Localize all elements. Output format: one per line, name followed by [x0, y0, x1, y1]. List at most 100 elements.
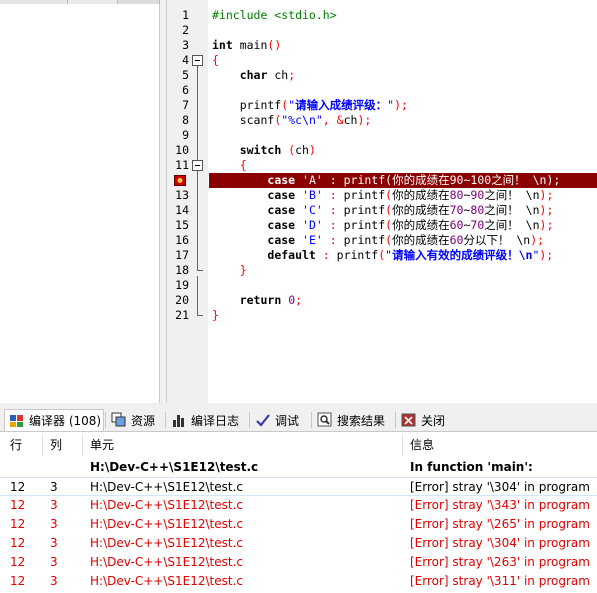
line-number: 13: [175, 188, 189, 202]
code-line[interactable]: switch (ch): [212, 143, 316, 158]
column-divider[interactable]: [402, 434, 403, 456]
code-line[interactable]: printf("请输入成绩评级：");: [212, 98, 408, 113]
project-panel[interactable]: [0, 0, 160, 403]
line-cell: 12: [10, 480, 26, 494]
line-cell: 12: [10, 555, 26, 569]
line-number: 11: [175, 158, 189, 172]
code-token: 之间！ \n: [484, 203, 540, 217]
fold-toggle-icon[interactable]: [192, 55, 203, 66]
code-token: printf: [336, 203, 386, 217]
error-row[interactable]: 12 3 H:\Dev-C++\S1E12\test.c [Error] stray …: [0, 534, 597, 553]
code-line[interactable]: #include <stdio.h>: [212, 8, 337, 23]
header-message[interactable]: 信息: [410, 436, 434, 453]
code-token: printf: [336, 233, 386, 247]
line-number: 18: [175, 263, 189, 277]
column-divider[interactable]: [82, 434, 83, 456]
error-row[interactable]: 12 3 H:\Dev-C++\S1E12\test.c [Error] stray …: [0, 515, 597, 534]
project-tab-stub[interactable]: [0, 0, 68, 4]
header-line[interactable]: 行: [10, 436, 22, 453]
code-token: 'E': [302, 233, 323, 247]
code-token: printf: [336, 218, 386, 232]
code-line[interactable]: }: [212, 308, 219, 323]
code-editor[interactable]: 1 2 3 4 5 6 7 8 9 10 11 13 14 15 16 17 18 19 20 21 #include…: [166, 0, 597, 403]
code-line[interactable]: int main(): [212, 38, 281, 53]
code-token: 'B': [302, 188, 323, 202]
header-unit[interactable]: 单元: [90, 436, 114, 453]
tab-divider: [249, 412, 250, 428]
context-unit: H:\Dev-C++\S1E12\test.c: [90, 460, 259, 474]
line-number: 9: [182, 128, 189, 142]
code-line[interactable]: return 0;: [212, 293, 302, 308]
code-line[interactable]: {: [212, 158, 247, 173]
unit-cell: H:\Dev-C++\S1E12\test.c: [90, 517, 243, 531]
code-token: ;: [288, 68, 296, 82]
tab-debug[interactable]: 调试: [251, 409, 311, 431]
code-token: 你的成绩在: [392, 188, 450, 202]
code-token: ): [308, 143, 316, 157]
code-token: );: [539, 218, 554, 232]
code-token: 60: [449, 233, 464, 247]
editor-gutter: 1 2 3 4 5 6 7 8 9 10 11 13 14 15 16 17 18 19 20 21: [167, 0, 208, 403]
error-row[interactable]: 12 3 H:\Dev-C++\S1E12\test.c [Error] stray …: [0, 572, 597, 591]
tab-resources[interactable]: 资源: [107, 409, 165, 431]
compiler-results-list[interactable]: 行 列 单元 信息 H:\Dev-C++\S1E12\test.c In fun…: [0, 431, 597, 593]
code-line[interactable]: default : printf("请输入有效的成绩评级！\n");: [212, 248, 553, 263]
error-row[interactable]: 12 3 H:\Dev-C++\S1E12\test.c [Error] stray …: [0, 496, 597, 515]
error-row[interactable]: 12 3 H:\Dev-C++\S1E12\test.c [Error] stray …: [0, 477, 597, 496]
debug-icon: [255, 412, 271, 428]
fold-toggle-icon[interactable]: [192, 160, 203, 171]
code-token: return: [239, 293, 282, 307]
col-cell: 3: [50, 574, 58, 588]
close-icon: [401, 412, 417, 428]
tab-divider: [311, 412, 312, 428]
tab-compile-log[interactable]: 编译日志: [167, 409, 249, 431]
code-token: 70: [449, 203, 464, 217]
error-row[interactable]: 12 3 H:\Dev-C++\S1E12\test.c [Error] stray …: [0, 553, 597, 572]
context-row[interactable]: H:\Dev-C++\S1E12\test.c In function 'mai…: [0, 458, 597, 477]
debug-tab-stub[interactable]: [118, 0, 160, 4]
tab-compiler[interactable]: 编译器 (108): [4, 409, 104, 431]
line-number: 6: [182, 83, 189, 97]
col-cell: 3: [50, 555, 58, 569]
column-divider[interactable]: [42, 434, 43, 456]
line-cell: 12: [10, 517, 26, 531]
code-line[interactable]: }: [212, 263, 247, 278]
code-token: 你的成绩在: [392, 173, 450, 187]
code-token: );: [539, 188, 554, 202]
code-line[interactable]: case 'C' : printf(你的成绩在70~80之间！ \n);: [212, 203, 553, 218]
code-line[interactable]: case 'E' : printf(你的成绩在60分以下！ \n);: [212, 233, 544, 248]
code-line[interactable]: case 'D' : printf(你的成绩在60~70之间！ \n);: [212, 218, 553, 233]
code-line[interactable]: case 'B' : printf(你的成绩在80~90之间！ \n);: [212, 188, 553, 203]
message-cell: [Error] stray '\343' in program: [410, 498, 590, 512]
code-token: ch: [295, 143, 309, 157]
code-line[interactable]: scanf("%c\n", &ch);: [212, 113, 372, 128]
col-cell: 3: [50, 480, 58, 494]
fold-guide: [197, 171, 198, 271]
code-token: 之间！ \n: [484, 188, 540, 202]
tab-search-results[interactable]: 搜索结果: [313, 409, 395, 431]
code-line[interactable]: char ch;: [212, 68, 295, 83]
tab-close[interactable]: 关闭: [397, 409, 455, 431]
line-number: 20: [175, 293, 189, 307]
fold-guide: [197, 276, 198, 316]
line-cell: 12: [10, 574, 26, 588]
tab-debug-label: 调试: [275, 413, 300, 428]
classes-tab-stub[interactable]: [68, 0, 118, 4]
code-token: char: [239, 68, 268, 82]
line-number: 10: [175, 143, 189, 157]
code-line[interactable]: {: [212, 53, 219, 68]
tab-divider: [105, 412, 106, 428]
unit-cell: H:\Dev-C++\S1E12\test.c: [90, 555, 243, 569]
header-col[interactable]: 列: [50, 436, 62, 453]
line-number: 19: [175, 278, 189, 292]
code-token: #include <stdio.h>: [212, 8, 337, 22]
